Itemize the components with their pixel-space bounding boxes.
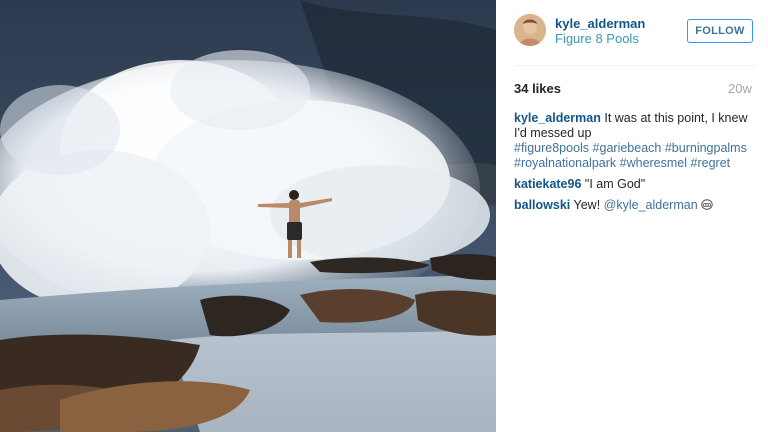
- photo-wave-scene: [0, 0, 496, 432]
- post-sidebar: kyle_alderman Figure 8 Pools FOLLOW 34 l…: [496, 0, 768, 432]
- caption-comment: kyle_alderman It was at this point, I kn…: [514, 111, 758, 171]
- likes-count[interactable]: 34 likes: [514, 81, 561, 96]
- comment-item: ballowski Yew! @kyle_alderman: [514, 198, 758, 213]
- hashtag[interactable]: #burningpalms: [665, 141, 747, 155]
- comment-text: Yew!: [573, 198, 601, 212]
- hashtag[interactable]: #gariebeach: [593, 141, 662, 155]
- post-photo[interactable]: [0, 0, 496, 432]
- post-location[interactable]: Figure 8 Pools: [555, 31, 639, 46]
- comment-username[interactable]: kyle_alderman: [514, 111, 601, 125]
- hashtag[interactable]: #wheresmel: [620, 156, 687, 170]
- comment-item: katiekate96 "I am God": [514, 177, 758, 192]
- comment-username[interactable]: katiekate96: [514, 177, 581, 191]
- hashtag[interactable]: #royalnationalpark: [514, 156, 616, 170]
- hashtag[interactable]: #figure8pools: [514, 141, 589, 155]
- header-divider: [514, 65, 754, 66]
- follow-button[interactable]: FOLLOW: [687, 19, 753, 43]
- hashtag[interactable]: #regret: [691, 156, 731, 170]
- comment-list: kyle_alderman It was at this point, I kn…: [514, 111, 758, 219]
- comment-text: "I am God": [584, 177, 646, 191]
- post-age[interactable]: 20w: [728, 81, 752, 96]
- avatar[interactable]: [514, 14, 546, 46]
- mention-link[interactable]: @kyle_alderman: [604, 198, 698, 212]
- grinning-face-icon: [701, 199, 713, 210]
- post-header: kyle_alderman Figure 8 Pools FOLLOW: [496, 0, 768, 64]
- post-username[interactable]: kyle_alderman: [555, 16, 645, 31]
- comment-username[interactable]: ballowski: [514, 198, 570, 212]
